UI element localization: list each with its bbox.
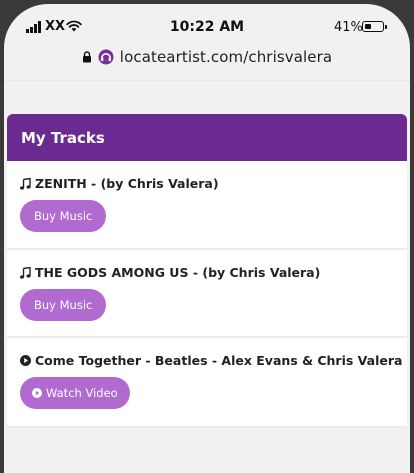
track-title: THE GODS AMONG US - (by Chris Valera) xyxy=(35,265,321,280)
track-item: THE GODS AMONG US - (by Chris Valera) Bu… xyxy=(7,250,407,338)
watch-video-button[interactable]: Watch Video xyxy=(20,377,130,409)
play-circle-icon xyxy=(20,355,31,366)
phone-screen: XX 10:22 AM 41% locateartist.com/chrisva… xyxy=(4,4,410,473)
play-circle-icon xyxy=(32,388,42,398)
track-item: Come Together - Beatles - Alex Evans & C… xyxy=(7,338,407,428)
phone-frame: XX 10:22 AM 41% locateartist.com/chrisva… xyxy=(0,0,414,473)
address-bar[interactable]: locateartist.com/chrisvalera xyxy=(4,44,410,70)
track-title-row: THE GODS AMONG US - (by Chris Valera) xyxy=(20,265,394,280)
music-note-icon xyxy=(20,266,31,279)
buy-music-button[interactable]: Buy Music xyxy=(20,200,107,232)
battery-percent: 41% xyxy=(334,20,363,35)
track-title: Come Together - Beatles - Alex Evans & C… xyxy=(35,353,403,368)
lock-icon xyxy=(82,51,91,63)
track-item: ZENITH - (by Chris Valera) Buy Music xyxy=(7,161,407,250)
button-label: Buy Music xyxy=(34,209,93,223)
battery-level-fill xyxy=(364,23,372,29)
track-title: ZENITH - (by Chris Valera) xyxy=(35,176,219,191)
battery-icon xyxy=(362,21,387,32)
music-note-icon xyxy=(20,177,31,190)
site-icon xyxy=(98,49,114,65)
track-title-row: Come Together - Beatles - Alex Evans & C… xyxy=(20,353,402,368)
url-text: locateartist.com/chrisvalera xyxy=(119,48,333,66)
section-title: My Tracks xyxy=(21,128,105,147)
button-label: Buy Music xyxy=(34,298,93,312)
buy-music-button[interactable]: Buy Music xyxy=(20,289,107,321)
button-label: Watch Video xyxy=(46,386,118,400)
tracks-header: My Tracks xyxy=(7,114,407,161)
tracks-card: My Tracks ZENITH - (by Chris Valera) Buy… xyxy=(7,114,407,428)
track-title-row: ZENITH - (by Chris Valera) xyxy=(20,176,394,191)
browser-divider xyxy=(4,80,410,81)
